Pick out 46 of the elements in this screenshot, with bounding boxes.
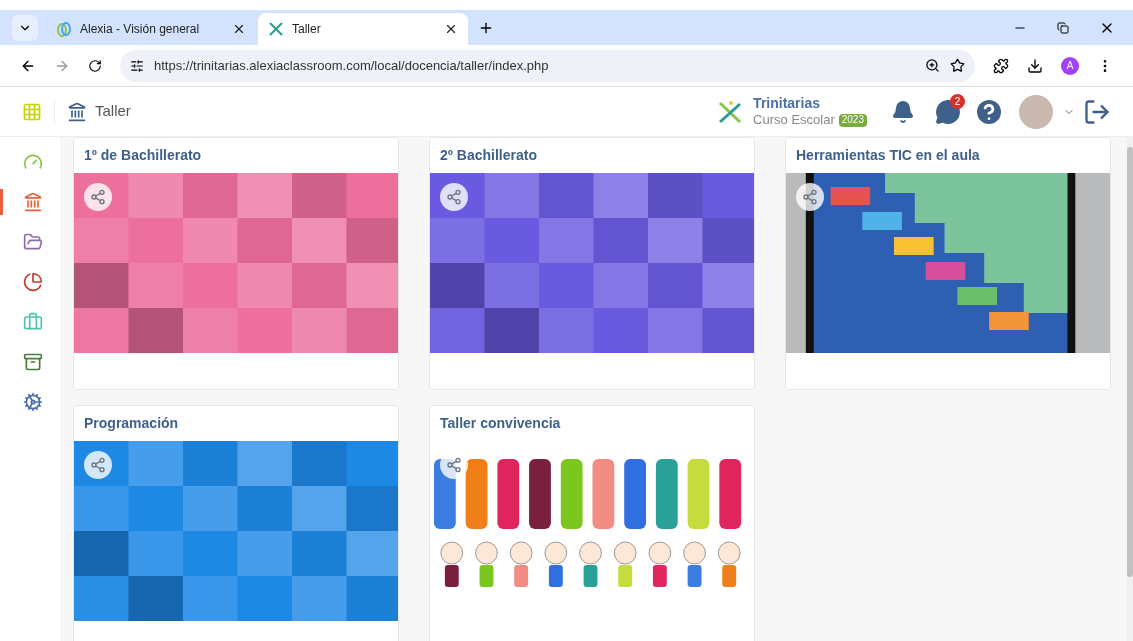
archive-icon [23,352,43,372]
course-card[interactable]: Herramientas TIC en el aula [785,137,1111,390]
bell-icon[interactable] [891,99,915,124]
brand-logo-icon [717,98,744,125]
tab-title: Alexia - Visión general [80,21,201,38]
course-title[interactable]: 2º Bachillerato [440,145,537,166]
course-card[interactable]: Taller convivencia [429,405,755,641]
course-title[interactable]: Taller convivencia [440,413,561,434]
extensions-icon[interactable] [993,57,1009,74]
chat-icon[interactable] [935,98,961,125]
address-bar[interactable]: https://trinitarias.alexiaclassroom.com/local/docencia/taller/index.php [120,49,975,82]
folder-icon [23,232,43,252]
bank-icon [67,101,87,122]
browser-tab[interactable]: Taller [258,13,468,45]
notification-badge: 2 [950,93,965,109]
site-logo-icon [268,21,284,37]
tab-title: Taller [292,21,322,38]
zoom-icon[interactable] [925,58,940,73]
bank-icon [23,192,43,212]
course-card[interactable]: Programación [73,405,399,641]
page-title: Taller [95,101,131,122]
browser-tab[interactable]: Alexia - Visión general [46,13,256,45]
gauge-icon [23,152,43,172]
url-text[interactable]: https://trinitarias.alexiaclassroom.com/local/docencia/taller/index.php [154,55,915,76]
year-badge: 2023 [838,114,867,127]
briefcase-icon [23,312,43,332]
school-name: Trinitarias [753,94,822,113]
site-logo-icon [56,21,72,37]
download-icon[interactable] [1027,57,1043,74]
course-title[interactable]: 1º de Bachillerato [84,145,202,166]
reload-icon[interactable] [88,58,102,73]
site-settings-icon[interactable] [130,58,144,73]
profile-avatar[interactable]: A [1061,56,1079,75]
bookmark-icon[interactable] [950,58,965,73]
school-year-label: Curso Escolar [753,112,835,129]
course-title[interactable]: Herramientas TIC en el aula [796,145,980,166]
scrollbar[interactable] [1127,137,1133,641]
pie-chart-icon [23,272,43,292]
gears-icon [23,392,43,412]
restore-icon[interactable] [1057,21,1069,34]
course-title[interactable]: Programación [84,413,179,434]
course-card[interactable]: 2º Bachillerato [429,137,755,390]
close-icon[interactable] [232,22,246,36]
close-icon[interactable] [444,22,458,36]
course-card[interactable]: 1º de Bachillerato [73,137,399,390]
logout-icon[interactable] [1083,97,1111,126]
